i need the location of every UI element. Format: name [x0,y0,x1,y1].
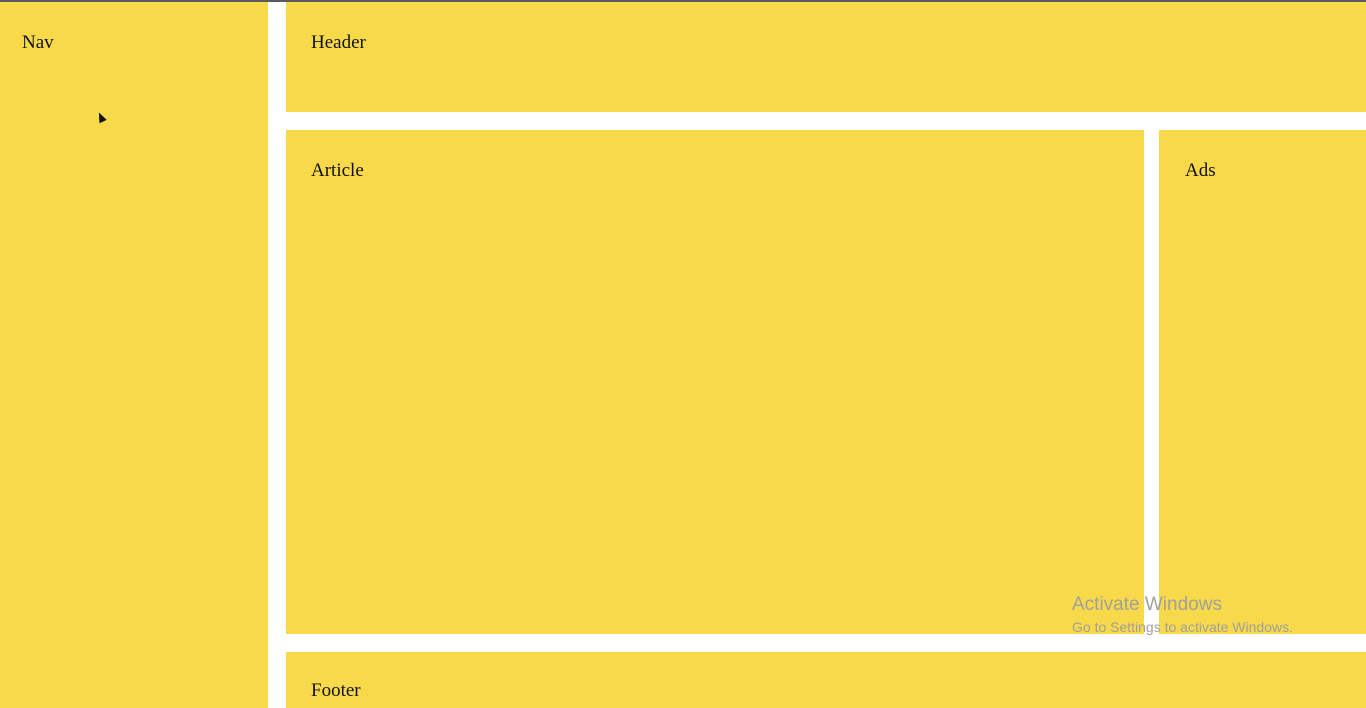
header-panel: Header [286,2,1366,112]
footer-label: Footer [311,680,361,701]
mouse-cursor-icon [95,110,107,124]
nav-label: Nav [22,32,54,53]
page-canvas: Nav Header Article Ads Footer Activate W… [0,0,1366,708]
article-panel: Article [286,130,1144,634]
footer-panel: Footer [286,652,1366,708]
ads-panel: Ads [1159,130,1366,634]
nav-panel: Nav [0,2,268,708]
article-label: Article [311,160,364,181]
ads-label: Ads [1185,160,1216,181]
header-label: Header [311,32,366,53]
